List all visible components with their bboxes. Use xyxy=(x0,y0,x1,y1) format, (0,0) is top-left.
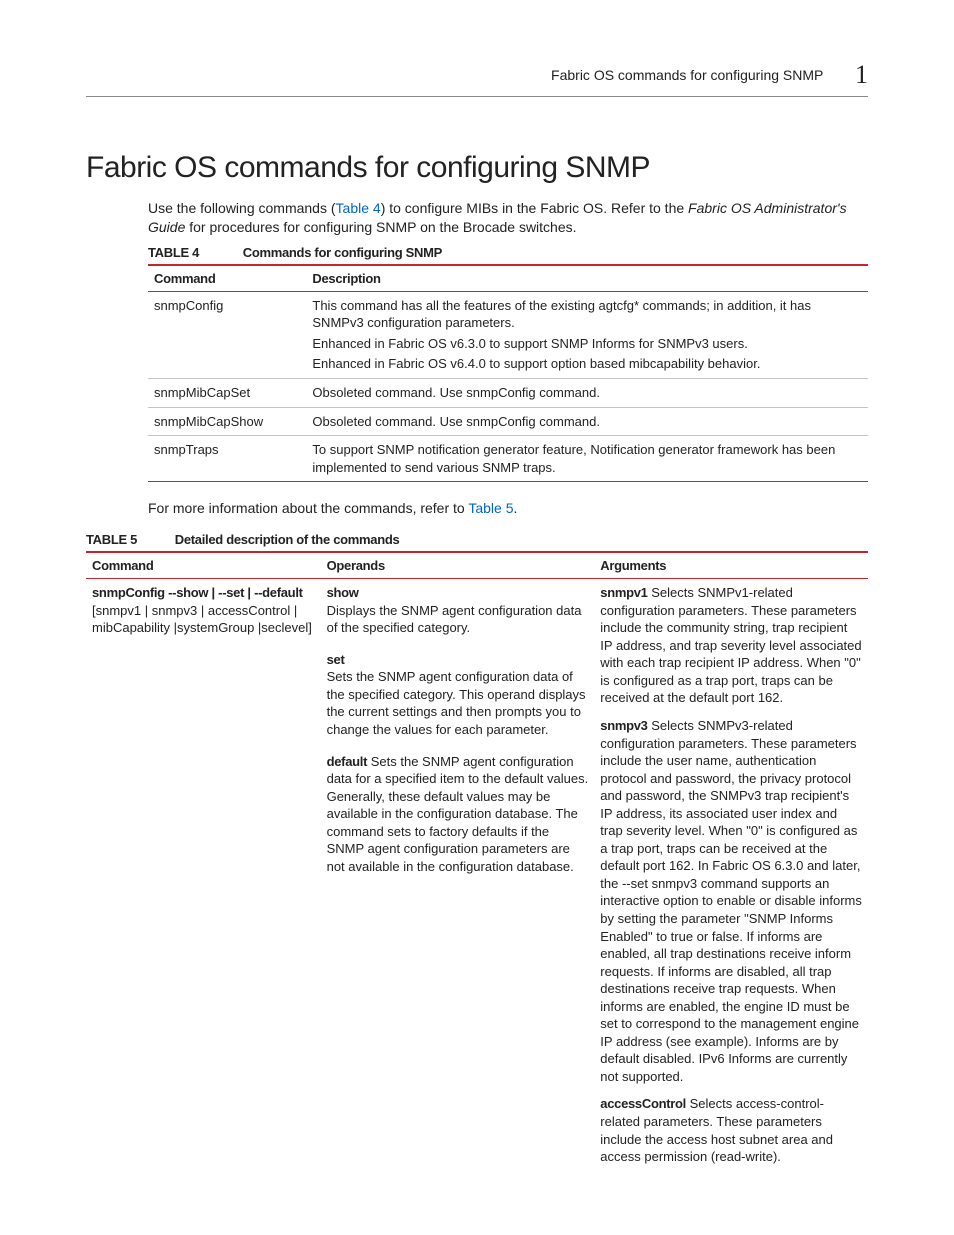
table5: Command Operands Arguments snmpConfig --… xyxy=(86,551,868,1171)
table4-label: TABLE 4 xyxy=(148,245,199,260)
table5-col-operands: Operands xyxy=(321,552,595,579)
table-row: snmpMibCapShow Obsoleted command. Use sn… xyxy=(148,407,868,436)
intro-paragraph: Use the following commands (Table 4) to … xyxy=(148,199,868,237)
table5-title: Detailed description of the commands xyxy=(175,532,400,547)
table4-caption: TABLE 4 Commands for configuring SNMP xyxy=(148,245,868,260)
table5-arguments-cell: snmpv1 Selects SNMPv1-related configurat… xyxy=(594,579,868,1171)
argument-snmpv1: snmpv1 Selects SNMPv1-related configurat… xyxy=(600,584,862,707)
argument-snmpv3: snmpv3 Selects SNMPv3-related configurat… xyxy=(600,717,862,1085)
table5-label: TABLE 5 xyxy=(86,532,137,547)
chapter-number: 1 xyxy=(827,60,868,89)
running-header: Fabric OS commands for configuring SNMP … xyxy=(86,60,868,90)
intro-paragraph-wrap: Use the following commands (Table 4) to … xyxy=(148,199,868,482)
table-row: snmpConfig This command has all the feat… xyxy=(148,291,868,378)
table5-operands-cell: show Displays the SNMP agent configurati… xyxy=(321,579,595,1171)
table-row: snmpMibCapSet Obsoleted command. Use snm… xyxy=(148,378,868,407)
table4-title: Commands for configuring SNMP xyxy=(243,245,442,260)
table5-col-arguments: Arguments xyxy=(594,552,868,579)
table5-command-cell: snmpConfig --show | --set | --default [s… xyxy=(86,579,321,1171)
operand-show: show Displays the SNMP agent configurati… xyxy=(327,584,589,637)
table-row: snmpConfig --show | --set | --default [s… xyxy=(86,579,868,1171)
section-title: Fabric OS commands for configuring SNMP xyxy=(86,151,868,185)
header-rule xyxy=(86,96,868,97)
table4-col-description: Description xyxy=(306,265,868,292)
argument-accesscontrol: accessControl Selects access-control-rel… xyxy=(600,1095,862,1165)
operand-set: set Sets the SNMP agent configuration da… xyxy=(327,651,589,739)
table4-col-command: Command xyxy=(148,265,306,292)
table5-caption: TABLE 5 Detailed description of the comm… xyxy=(86,532,868,547)
running-title: Fabric OS commands for configuring SNMP xyxy=(551,67,823,83)
operand-default: default Sets the SNMP agent configuratio… xyxy=(327,753,589,876)
page: Fabric OS commands for configuring SNMP … xyxy=(0,0,954,1235)
table5-col-command: Command xyxy=(86,552,321,579)
between-tables-text: For more information about the commands,… xyxy=(148,500,868,516)
xref-table-5[interactable]: Table 5 xyxy=(468,500,513,516)
table4: Command Description snmpConfig This comm… xyxy=(148,264,868,482)
table-row: snmpTraps To support SNMP notification g… xyxy=(148,436,868,482)
xref-table-4[interactable]: Table 4 xyxy=(336,200,381,216)
